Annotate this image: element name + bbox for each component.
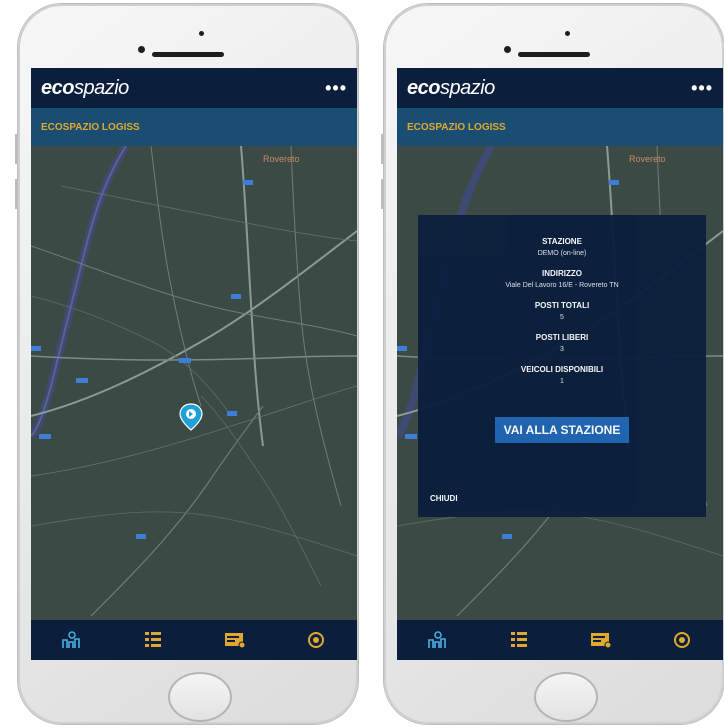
front-camera [138,46,145,53]
map-stations-icon[interactable] [57,626,87,654]
total-spaces-label: POSTI TOTALI [534,301,590,310]
map-canvas[interactable]: Rovereto [31,146,357,620]
location-name: ECOSPAZIO LOGISS [407,121,506,133]
app-logo: ecospazio [407,76,495,99]
list-icon[interactable] [504,626,534,654]
location-target-icon[interactable] [301,626,331,654]
app-screen-station-popup: ecospazio ••• ECOSPAZIO LOGISS Rovereto [397,68,723,660]
map-label-rovereto: Rovereto [629,154,666,164]
free-spaces-value: 3 [560,346,564,353]
available-vehicles-value: 1 [560,378,564,385]
free-spaces-label: POSTI LIBERI [535,333,589,342]
available-vehicles-label: VEICOLI DISPONIBILI [520,365,604,374]
go-to-station-button[interactable]: VAI ALLA STAZIONE [494,417,630,443]
station-info-dialog: STAZIONE DEMO (on-line) INDIRIZZO Viale … [418,215,706,517]
map-view[interactable]: Rovereto [31,146,357,620]
home-button[interactable] [168,672,232,722]
earpiece-speaker [152,52,224,57]
volume-button [15,134,18,164]
location-name: ECOSPAZIO LOGISS [41,121,140,133]
card-icon[interactable] [586,626,616,654]
location-subheader: ECOSPAZIO LOGISS [397,108,723,146]
more-menu-icon[interactable]: ••• [325,78,347,99]
app-header: ecospazio ••• [31,68,357,108]
total-spaces-value: 5 [560,314,564,321]
location-target-icon[interactable] [667,626,697,654]
bottom-navigation [31,620,357,660]
phone-frame-left: ecospazio ••• ECOSPAZIO LOGISS Rovereto [15,4,358,724]
bottom-navigation [397,620,723,660]
station-label: STAZIONE [542,237,582,246]
station-value: DEMO (on-line) [537,250,587,257]
front-camera [504,46,511,53]
earpiece-speaker [518,52,590,57]
map-stations-icon[interactable] [423,626,453,654]
app-logo: ecospazio [41,76,129,99]
map-label-rovereto: Rovereto [263,154,300,164]
address-label: INDIRIZZO [542,269,582,278]
home-button[interactable] [534,672,598,722]
front-sensor [199,31,204,36]
volume-button [15,179,18,209]
more-menu-icon[interactable]: ••• [691,78,713,99]
phone-frame-right: ecospazio ••• ECOSPAZIO LOGISS Rovereto [381,4,724,724]
front-sensor [565,31,570,36]
card-icon[interactable] [220,626,250,654]
app-header: ecospazio ••• [397,68,723,108]
volume-button [381,179,384,209]
volume-button [381,134,384,164]
close-button[interactable]: CHIUDI [430,494,458,503]
address-value: Viale Del Lavoro 16/E - Rovereto TN [505,282,619,289]
list-icon[interactable] [138,626,168,654]
location-subheader: ECOSPAZIO LOGISS [31,108,357,146]
app-screen-map: ecospazio ••• ECOSPAZIO LOGISS Rovereto [31,68,357,660]
